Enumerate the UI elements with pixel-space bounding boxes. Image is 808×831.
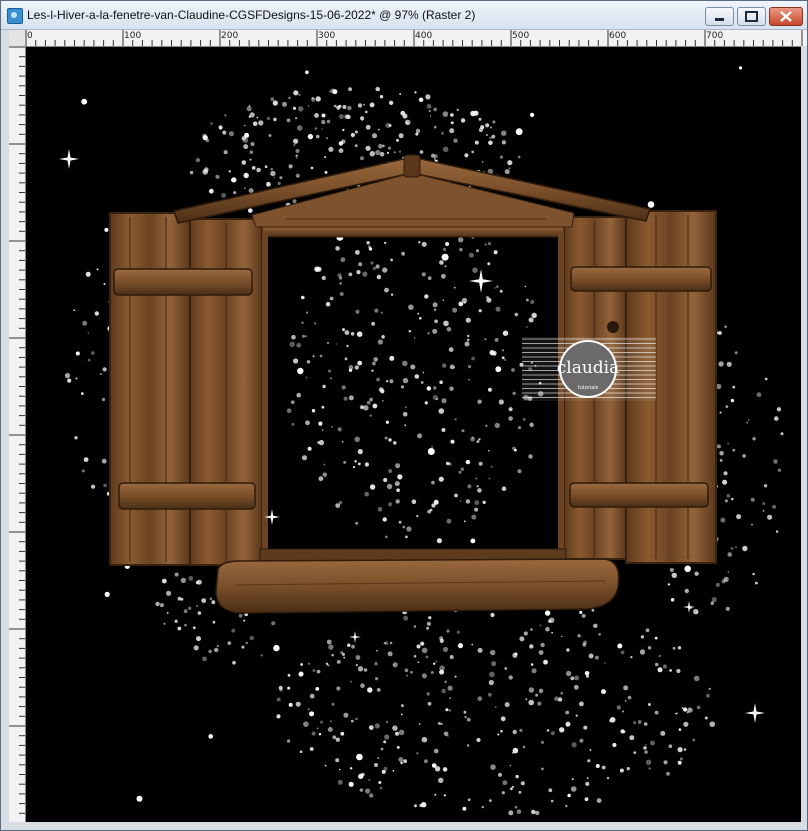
ruler-corner bbox=[9, 30, 26, 47]
image-canvas[interactable]: claudia tutorials bbox=[26, 47, 801, 822]
watermark-sub: tutorials bbox=[578, 385, 599, 391]
ruler-label-300: 300 bbox=[318, 31, 336, 41]
horizontal-ruler[interactable]: 0 100 200 300 400 500 600 700 bbox=[25, 30, 807, 47]
claudia-watermark: claudia tutorials bbox=[522, 337, 656, 401]
maximize-icon bbox=[745, 11, 758, 22]
left-shutter bbox=[109, 212, 263, 566]
minimize-button[interactable] bbox=[705, 7, 734, 26]
close-icon bbox=[780, 11, 792, 22]
window-title: Les-l-Hiver-a-la-fenetre-van-Claudine-CG… bbox=[27, 8, 476, 22]
watermark-name: claudia bbox=[557, 358, 620, 378]
ruler-label-600: 600 bbox=[609, 31, 627, 41]
ruler-label-400: 400 bbox=[415, 31, 433, 41]
window-sill bbox=[215, 548, 620, 614]
title-bar[interactable]: Les-l-Hiver-a-la-fenetre-van-Claudine-CG… bbox=[1, 1, 807, 30]
maximize-button[interactable] bbox=[737, 7, 766, 26]
ruler-label-200: 200 bbox=[221, 31, 239, 41]
ruler-label-500: 500 bbox=[512, 31, 530, 41]
window-frame-left bbox=[1, 30, 9, 830]
image-window: Les-l-Hiver-a-la-fenetre-van-Claudine-CG… bbox=[0, 0, 808, 831]
minimize-icon bbox=[715, 18, 724, 21]
psp-image-icon bbox=[7, 8, 23, 24]
vertical-ruler-ticks bbox=[9, 46, 25, 814]
ruler-label-0: 0 bbox=[27, 31, 33, 41]
ruler-label-700: 700 bbox=[706, 31, 724, 41]
winter-window-artwork: claudia tutorials bbox=[59, 66, 784, 816]
window-frame-right bbox=[801, 46, 807, 822]
ruler-label-100: 100 bbox=[124, 31, 142, 41]
window-frame-bottom bbox=[9, 822, 807, 830]
close-button[interactable] bbox=[769, 7, 803, 26]
vertical-ruler[interactable] bbox=[9, 46, 26, 822]
